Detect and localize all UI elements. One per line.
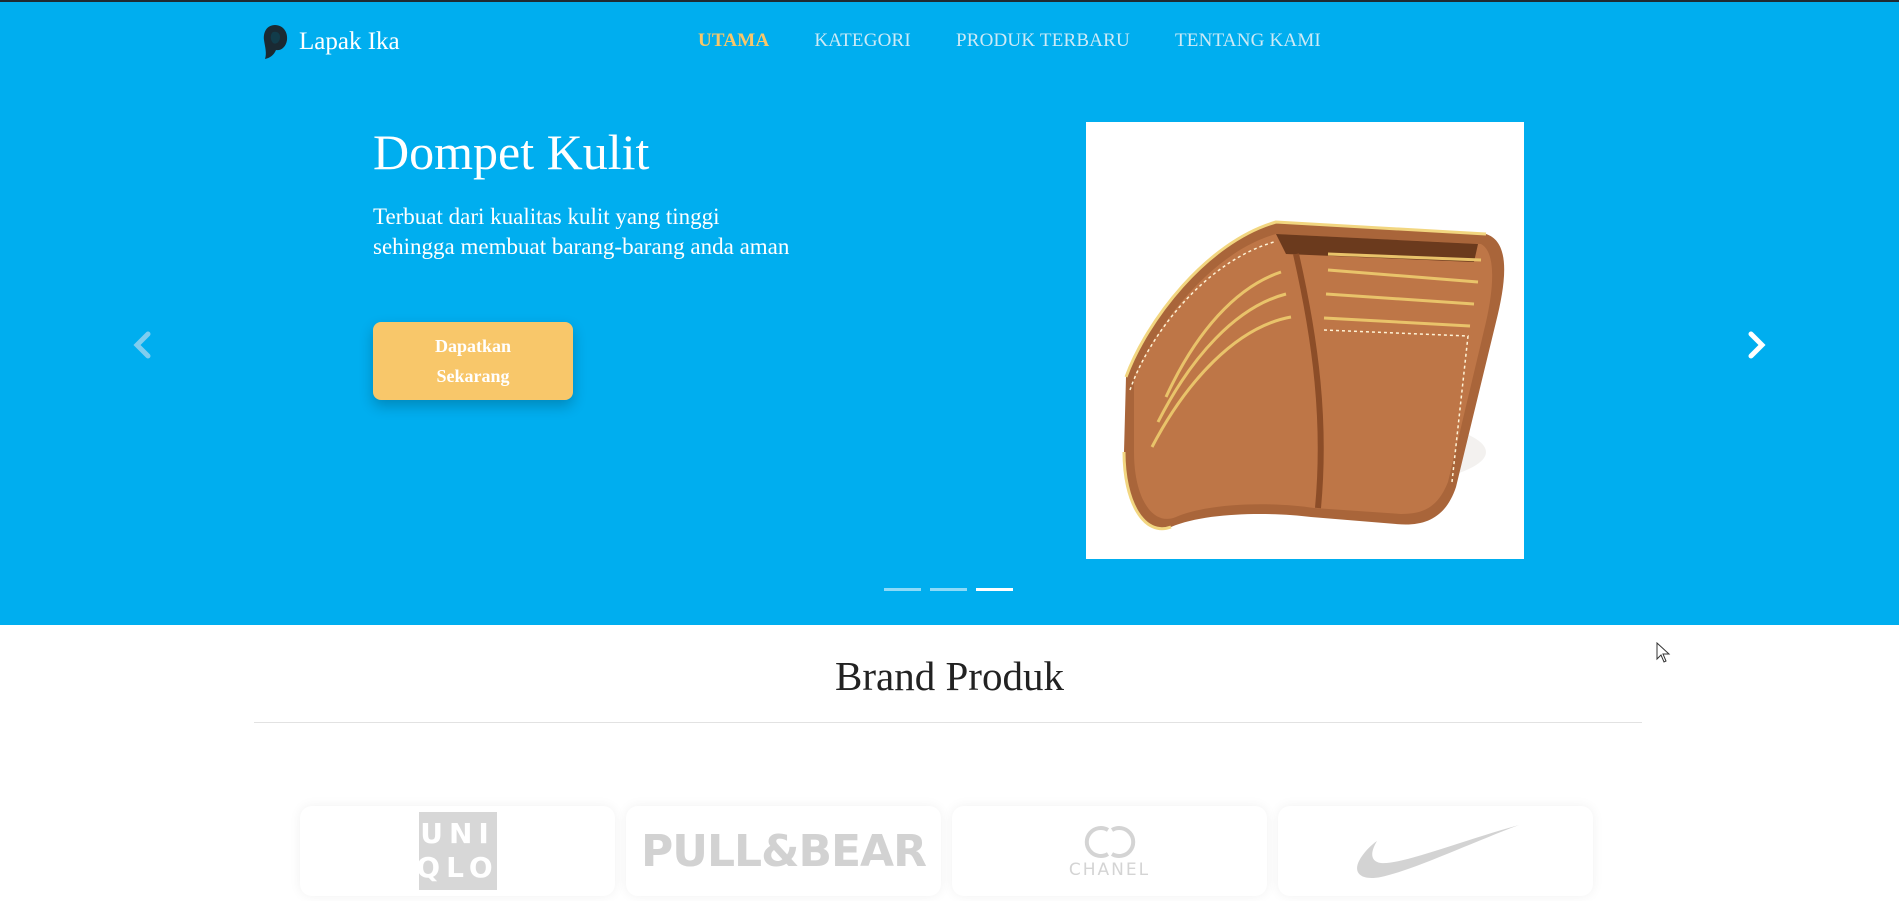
chanel-wordmark: CHANEL <box>1068 860 1151 880</box>
get-now-button[interactable]: Dapatkan Sekarang <box>373 322 573 400</box>
mouse-cursor-icon <box>1656 642 1671 663</box>
swoosh-icon <box>1356 825 1519 879</box>
navbar-brand[interactable]: Lapak Ika <box>261 22 400 62</box>
carousel-indicators <box>884 588 1022 591</box>
carousel-indicator-2[interactable] <box>930 588 967 591</box>
pullbear-logo: PULL&BEAR <box>641 825 927 877</box>
section-divider <box>254 722 1642 723</box>
carousel-indicator-1[interactable] <box>884 588 921 591</box>
brand-card-pullbear[interactable]: PULL&BEAR <box>626 806 941 896</box>
nav-link-kategori[interactable]: KATEGORI <box>814 30 911 52</box>
main-nav: UTAMA KATEGORI PRODUK TERBARU TENTANG KA… <box>698 30 1366 52</box>
slide-title: Dompet Kulit <box>373 124 650 180</box>
brand-section-title: Brand Produk <box>835 653 1064 699</box>
brand-card-nike[interactable] <box>1278 806 1593 896</box>
brand-logo-list: UNI QLO PULL&BEAR CHANEL <box>300 806 1604 896</box>
slide-description-line-1: Terbuat dari kualitas kulit yang tinggi <box>373 204 720 229</box>
leather-wallet-photo <box>1086 122 1524 559</box>
brand-name: Lapak Ika <box>299 28 400 55</box>
chanel-cc-icon <box>1084 826 1135 858</box>
brand-card-chanel[interactable]: CHANEL <box>952 806 1267 896</box>
brand-card-uniqlo[interactable]: UNI QLO <box>300 806 615 896</box>
carousel-next-button[interactable] <box>1741 330 1771 360</box>
hijab-woman-logo-icon <box>263 25 288 59</box>
chanel-logo: CHANEL <box>1069 822 1150 880</box>
slide-description: Terbuat dari kualitas kulit yang tinggi … <box>373 202 873 262</box>
carousel-prev-button[interactable] <box>128 330 158 360</box>
nav-link-tentang-kami[interactable]: TENTANG KAMI <box>1175 30 1321 52</box>
uniqlo-logo: UNI QLO <box>416 812 497 890</box>
get-now-button-line-1: Dapatkan <box>434 336 512 356</box>
hero-carousel: Lapak Ika UTAMA KATEGORI PRODUK TERBARU … <box>0 2 1899 625</box>
get-now-button-line-2: Sekarang <box>436 366 510 386</box>
carousel-indicator-3[interactable] <box>976 588 1013 591</box>
nav-link-produk-terbaru[interactable]: PRODUK TERBARU <box>956 30 1130 52</box>
slide-description-line-2: sehingga membuat barang-barang anda aman <box>373 234 790 259</box>
nav-link-utama[interactable]: UTAMA <box>698 30 769 52</box>
